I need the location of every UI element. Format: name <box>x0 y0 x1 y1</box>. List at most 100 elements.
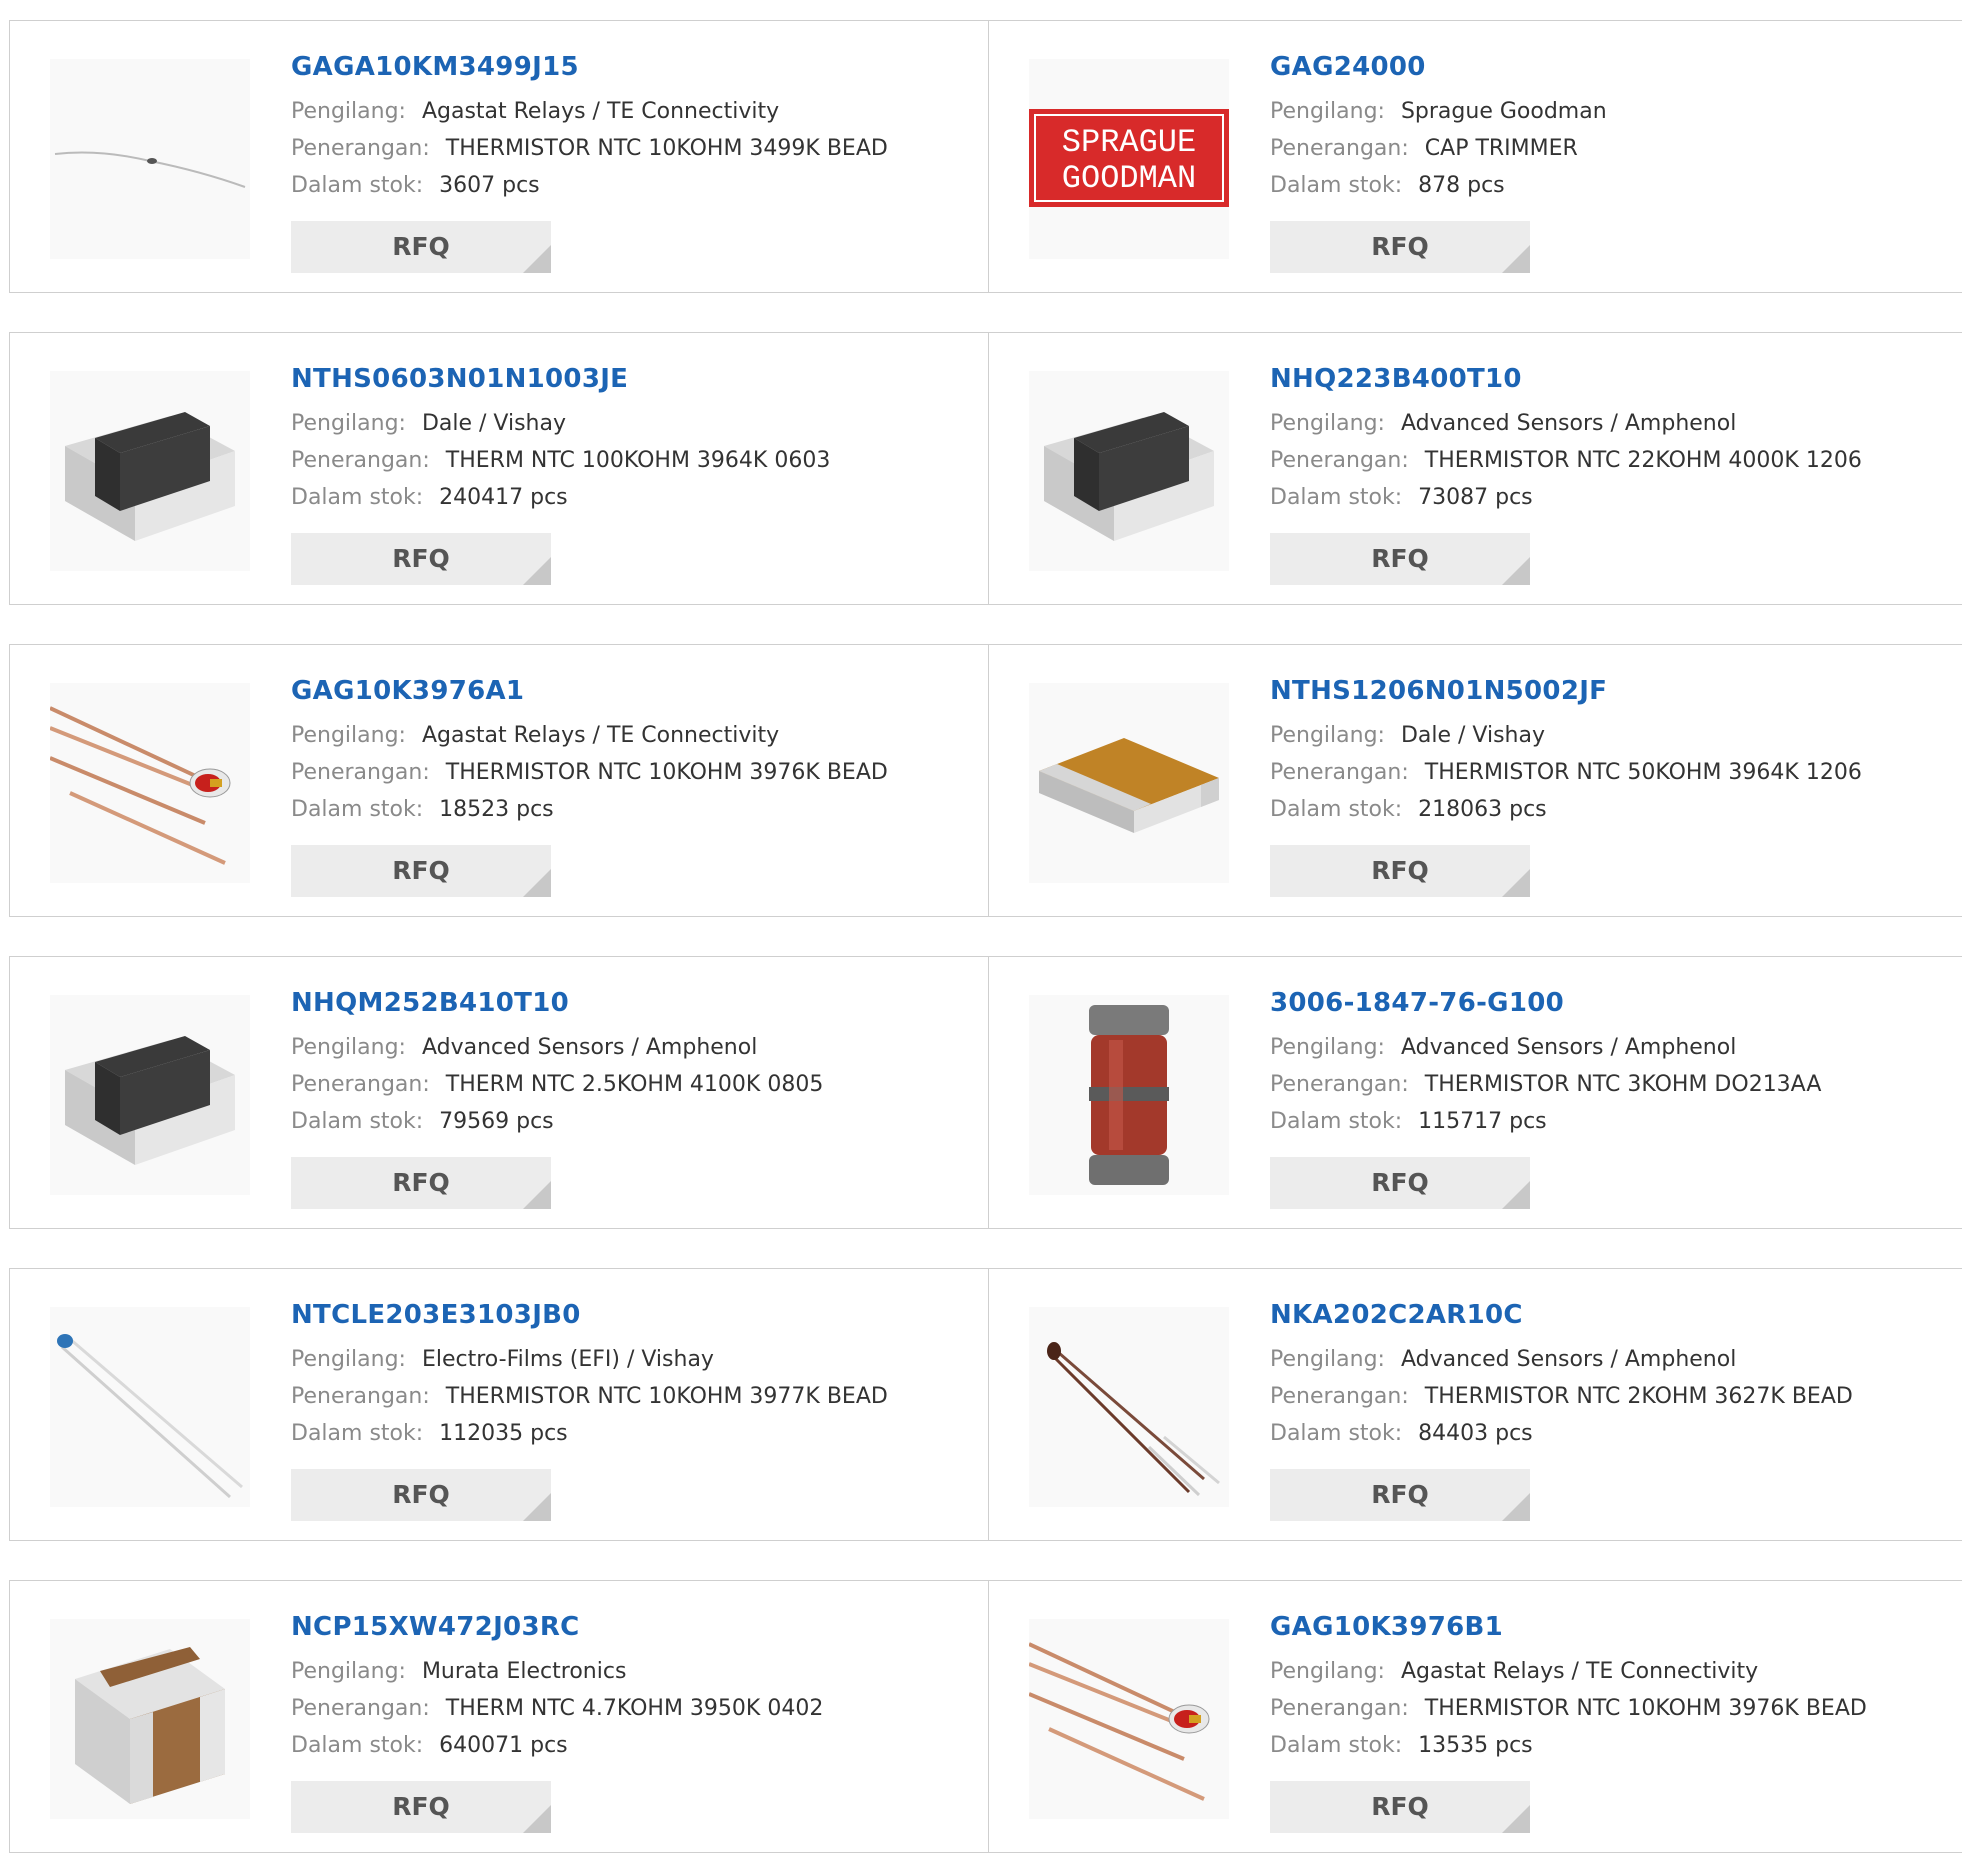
rfq-button[interactable]: RFQ <box>1270 1469 1530 1521</box>
product-row: NHQM252B410T10 Pengilang: Advanced Sensor… <box>9 956 1962 1229</box>
description-value: THERMISTOR NTC 10KOHM 3976K BEAD <box>1424 1696 1867 1721</box>
manufacturer-label: Pengilang: <box>291 411 406 436</box>
stock-value: 112035 pcs <box>439 1421 568 1446</box>
product-image[interactable] <box>1029 683 1229 883</box>
stock-label: Dalam stok: <box>291 173 424 198</box>
description-row: Penerangan: THERM NTC 100KOHM 3964K 0603 <box>291 442 978 479</box>
rfq-button[interactable]: RFQ <box>1270 1781 1530 1833</box>
stock-label: Dalam stok: <box>1270 1421 1403 1446</box>
product-card: NKA202C2AR10C Pengilang: Advanced Sensors… <box>989 1269 1962 1540</box>
part-number-link[interactable]: NHQ223B400T10 <box>1270 361 1958 397</box>
part-number-link[interactable]: NTHS0603N01N1003JE <box>291 361 978 397</box>
rfq-button[interactable]: RFQ <box>291 1781 551 1833</box>
product-row: NTCLE203E3103JB0 Pengilang: Electro-Films… <box>9 1268 1962 1541</box>
part-number-link[interactable]: GAGA10KM3499J15 <box>291 49 978 85</box>
description-label: Penerangan: <box>291 1384 430 1409</box>
description-row: Penerangan: THERMISTOR NTC 10KOHM 3499K B… <box>291 130 978 167</box>
product-row: GAG10K3976A1 Pengilang: Agastat Relays / … <box>9 644 1962 917</box>
manufacturer-value: Dale / Vishay <box>1400 723 1546 748</box>
product-image[interactable] <box>1029 371 1229 571</box>
rfq-button[interactable]: RFQ <box>291 1469 551 1521</box>
part-number-link[interactable]: 3006-1847-76-G100 <box>1270 985 1958 1021</box>
product-image[interactable] <box>50 995 250 1195</box>
part-number-link[interactable]: NTHS1206N01N5002JF <box>1270 673 1958 709</box>
stock-row: Dalam stok: 13535 pcs <box>1270 1727 1958 1764</box>
rfq-label: RFQ <box>1371 856 1429 885</box>
manufacturer-row: Pengilang: Sprague Goodman <box>1270 93 1958 130</box>
product-image[interactable] <box>50 59 250 259</box>
product-card: NTHS0603N01N1003JE Pengilang: Dale / Vish… <box>10 333 989 604</box>
rfq-button[interactable]: RFQ <box>291 845 551 897</box>
stock-label: Dalam stok: <box>1270 797 1403 822</box>
rfq-button[interactable]: RFQ <box>1270 221 1530 273</box>
product-image[interactable] <box>1029 995 1229 1195</box>
description-row: Penerangan: THERM NTC 4.7KOHM 3950K 0402 <box>291 1690 978 1727</box>
manufacturer-label: Pengilang: <box>291 1659 406 1684</box>
manufacturer-value: Advanced Sensors / Amphenol <box>1400 1347 1737 1372</box>
product-card: NHQM252B410T10 Pengilang: Advanced Sensor… <box>10 957 989 1228</box>
part-number-link[interactable]: NHQM252B410T10 <box>291 985 978 1021</box>
rfq-label: RFQ <box>392 1480 450 1509</box>
stock-row: Dalam stok: 84403 pcs <box>1270 1415 1958 1452</box>
product-card: NTCLE203E3103JB0 Pengilang: Electro-Films… <box>10 1269 989 1540</box>
stock-row: Dalam stok: 240417 pcs <box>291 479 978 516</box>
product-card: NCP15XW472J03RC Pengilang: Murata Electro… <box>10 1581 989 1852</box>
description-label: Penerangan: <box>291 760 430 785</box>
product-info: NTCLE203E3103JB0 Pengilang: Electro-Films… <box>291 1297 978 1452</box>
description-label: Penerangan: <box>1270 1072 1409 1097</box>
part-number-link[interactable]: GAG24000 <box>1270 49 1958 85</box>
product-info: NTHS0603N01N1003JE Pengilang: Dale / Vish… <box>291 361 978 516</box>
product-info: NCP15XW472J03RC Pengilang: Murata Electro… <box>291 1609 978 1764</box>
product-image[interactable] <box>1029 1619 1229 1819</box>
product-card: GAG10K3976A1 Pengilang: Agastat Relays / … <box>10 645 989 916</box>
stock-row: Dalam stok: 3607 pcs <box>291 167 978 204</box>
product-image[interactable] <box>50 1307 250 1507</box>
corner-decoration <box>523 1181 551 1209</box>
product-row: NCP15XW472J03RC Pengilang: Murata Electro… <box>9 1580 1962 1853</box>
product-image[interactable] <box>1029 1307 1229 1507</box>
product-info: GAG10K3976B1 Pengilang: Agastat Relays / … <box>1270 1609 1958 1764</box>
manufacturer-value: Advanced Sensors / Amphenol <box>421 1035 758 1060</box>
product-card: SPRAGUE GOODMAN GAG24000 Pengilang: Spragu… <box>989 21 1962 292</box>
stock-value: 878 pcs <box>1418 173 1505 198</box>
rfq-label: RFQ <box>392 232 450 261</box>
manufacturer-value: Electro-Films (EFI) / Vishay <box>421 1347 714 1372</box>
rfq-button[interactable]: RFQ <box>1270 1157 1530 1209</box>
rfq-button[interactable]: RFQ <box>1270 533 1530 585</box>
product-image[interactable] <box>50 1619 250 1819</box>
product-info: NTHS1206N01N5002JF Pengilang: Dale / Vish… <box>1270 673 1958 828</box>
part-number-link[interactable]: GAG10K3976A1 <box>291 673 978 709</box>
stock-label: Dalam stok: <box>291 797 424 822</box>
part-number-link[interactable]: NKA202C2AR10C <box>1270 1297 1958 1333</box>
rfq-button[interactable]: RFQ <box>291 1157 551 1209</box>
manufacturer-value: Dale / Vishay <box>421 411 567 436</box>
rfq-button[interactable]: RFQ <box>291 533 551 585</box>
part-number-link[interactable]: NCP15XW472J03RC <box>291 1609 978 1645</box>
rfq-button[interactable]: RFQ <box>1270 845 1530 897</box>
description-row: Penerangan: THERMISTOR NTC 3KOHM DO213AA <box>1270 1066 1958 1103</box>
description-label: Penerangan: <box>1270 760 1409 785</box>
stock-row: Dalam stok: 878 pcs <box>1270 167 1958 204</box>
part-number-link[interactable]: GAG10K3976B1 <box>1270 1609 1958 1645</box>
stock-value: 79569 pcs <box>439 1109 554 1134</box>
manufacturer-label: Pengilang: <box>291 99 406 124</box>
rfq-button[interactable]: RFQ <box>291 221 551 273</box>
part-number-link[interactable]: NTCLE203E3103JB0 <box>291 1297 978 1333</box>
rfq-label: RFQ <box>392 544 450 573</box>
stock-row: Dalam stok: 112035 pcs <box>291 1415 978 1452</box>
manufacturer-label: Pengilang: <box>1270 411 1385 436</box>
manufacturer-row: Pengilang: Agastat Relays / TE Connectivi… <box>291 93 978 130</box>
description-label: Penerangan: <box>1270 1384 1409 1409</box>
manufacturer-row: Pengilang: Advanced Sensors / Amphenol <box>1270 1029 1958 1066</box>
manufacturer-label: Pengilang: <box>291 1035 406 1060</box>
stock-row: Dalam stok: 218063 pcs <box>1270 791 1958 828</box>
manufacturer-value: Advanced Sensors / Amphenol <box>1400 411 1737 436</box>
stock-row: Dalam stok: 115717 pcs <box>1270 1103 1958 1140</box>
description-row: Penerangan: THERMISTOR NTC 10KOHM 3976K B… <box>1270 1690 1958 1727</box>
product-image[interactable]: SPRAGUE GOODMAN <box>1029 59 1229 259</box>
stock-value: 18523 pcs <box>439 797 554 822</box>
stock-label: Dalam stok: <box>291 1733 424 1758</box>
product-image[interactable] <box>50 371 250 571</box>
product-image[interactable] <box>50 683 250 883</box>
product-row: GAGA10KM3499J15 Pengilang: Agastat Relays… <box>9 20 1962 293</box>
